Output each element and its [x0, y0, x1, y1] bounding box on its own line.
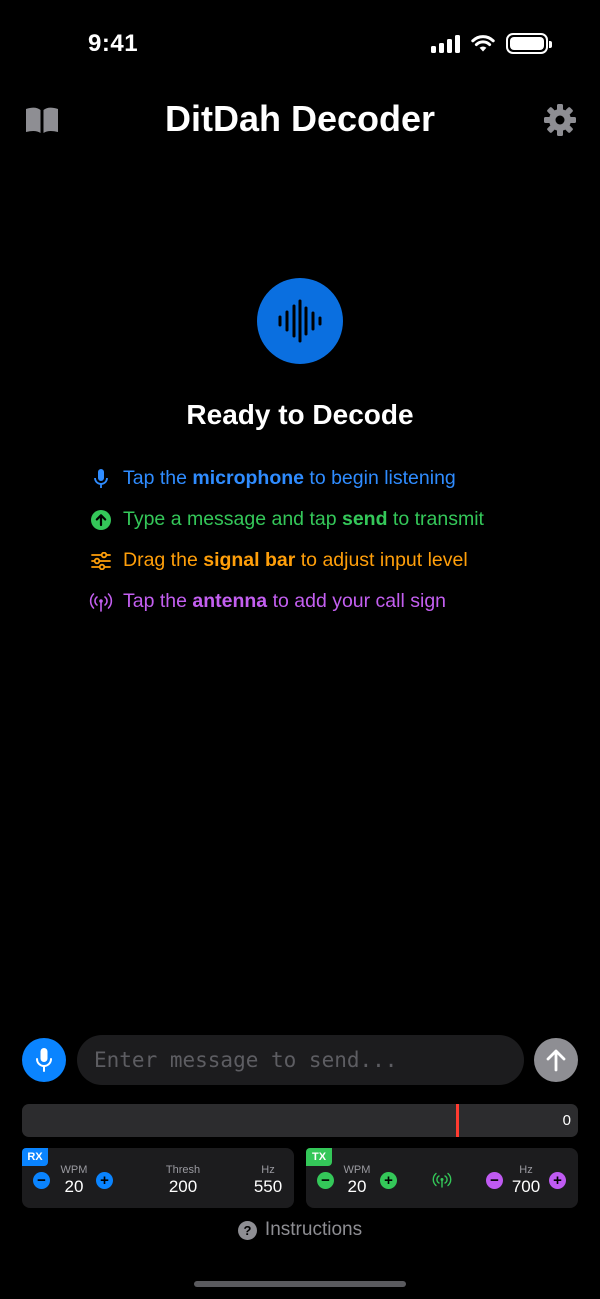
waveform-badge — [257, 278, 343, 364]
tip-text-post: to transmit — [387, 508, 484, 530]
rx-panel: RX − WPM 20 + Thresh 200 Hz 550 — [22, 1148, 294, 1208]
antenna-icon — [88, 589, 114, 615]
tx-hz-value: 700 — [511, 1177, 541, 1196]
signal-level-value: 0 — [562, 1112, 571, 1129]
settings-button[interactable] — [540, 100, 580, 140]
mic-icon — [36, 1048, 52, 1072]
antenna-icon[interactable] — [432, 1172, 452, 1188]
tip-text-post: to add your call sign — [267, 590, 447, 612]
arrow-up-circle-icon — [88, 507, 114, 533]
rx-wpm-decrease-button[interactable]: − — [33, 1172, 50, 1189]
tip-text-bold: microphone — [192, 467, 304, 489]
microphone-button[interactable] — [22, 1038, 66, 1082]
status-icons — [431, 33, 552, 54]
waveform-icon — [278, 299, 322, 343]
battery-icon — [506, 33, 552, 54]
rx-hz-value[interactable]: 550 — [244, 1177, 292, 1197]
tip-send: Type a message and tap send to transmit — [88, 499, 484, 540]
tip-text-bold: send — [341, 508, 388, 530]
tx-hz-decrease-button[interactable]: − — [486, 1172, 503, 1189]
mic-icon — [88, 466, 114, 492]
tip-text-bold: signal bar — [203, 549, 296, 571]
send-button[interactable] — [534, 1038, 578, 1082]
rx-wpm-increase-button[interactable]: + — [96, 1172, 113, 1189]
gear-icon — [544, 104, 576, 136]
tx-wpm-label: WPM — [343, 1164, 371, 1176]
threshold-marker[interactable] — [456, 1104, 459, 1137]
home-indicator[interactable] — [194, 1281, 406, 1287]
tips-list: Tap the microphone to begin listening Ty… — [88, 458, 484, 622]
tip-text-post: to adjust input level — [295, 549, 468, 571]
tip-antenna: Tap the antenna to add your call sign — [88, 581, 484, 622]
signal-bar[interactable]: 0 — [22, 1104, 578, 1137]
tx-hz-label: Hz — [519, 1164, 533, 1176]
message-input[interactable] — [77, 1035, 524, 1085]
rx-tag: RX — [22, 1148, 48, 1166]
wifi-icon — [471, 35, 495, 52]
tx-wpm-value: 20 — [347, 1177, 367, 1196]
tip-text-pre: Tap the — [123, 467, 193, 489]
tx-panel: TX − WPM 20 + − Hz 700 + — [306, 1148, 578, 1208]
tip-text-post: to begin listening — [303, 467, 456, 489]
instructions-link[interactable]: ? Instructions — [0, 1219, 600, 1241]
rx-hz-label: Hz — [261, 1164, 275, 1176]
rx-wpm-value: 20 — [64, 1177, 84, 1196]
arrow-up-icon — [546, 1049, 566, 1072]
tx-hz-increase-button[interactable]: + — [549, 1172, 566, 1189]
rx-wpm-label: WPM — [60, 1164, 88, 1176]
ready-title: Ready to Decode — [186, 399, 414, 430]
tip-text-bold: antenna — [192, 590, 268, 612]
tip-microphone: Tap the microphone to begin listening — [88, 458, 484, 499]
status-time: 9:41 — [88, 30, 139, 57]
instructions-label: Instructions — [264, 1219, 363, 1240]
cellular-signal-icon — [431, 34, 460, 53]
tx-tag: TX — [306, 1148, 332, 1166]
tip-text-pre: Drag the — [123, 549, 204, 571]
app-title: DitDah Decoder — [164, 98, 436, 139]
rx-thresh-label: Thresh — [165, 1164, 201, 1176]
sliders-icon — [88, 548, 114, 574]
tip-text-pre: Type a message and tap — [123, 508, 342, 530]
question-icon: ? — [237, 1220, 257, 1240]
rx-thresh-value[interactable]: 200 — [152, 1177, 214, 1197]
tip-signal-bar: Drag the signal bar to adjust input leve… — [88, 540, 484, 581]
tx-wpm-decrease-button[interactable]: − — [317, 1172, 334, 1189]
tx-wpm-increase-button[interactable]: + — [380, 1172, 397, 1189]
tip-text-pre: Tap the — [123, 590, 193, 612]
